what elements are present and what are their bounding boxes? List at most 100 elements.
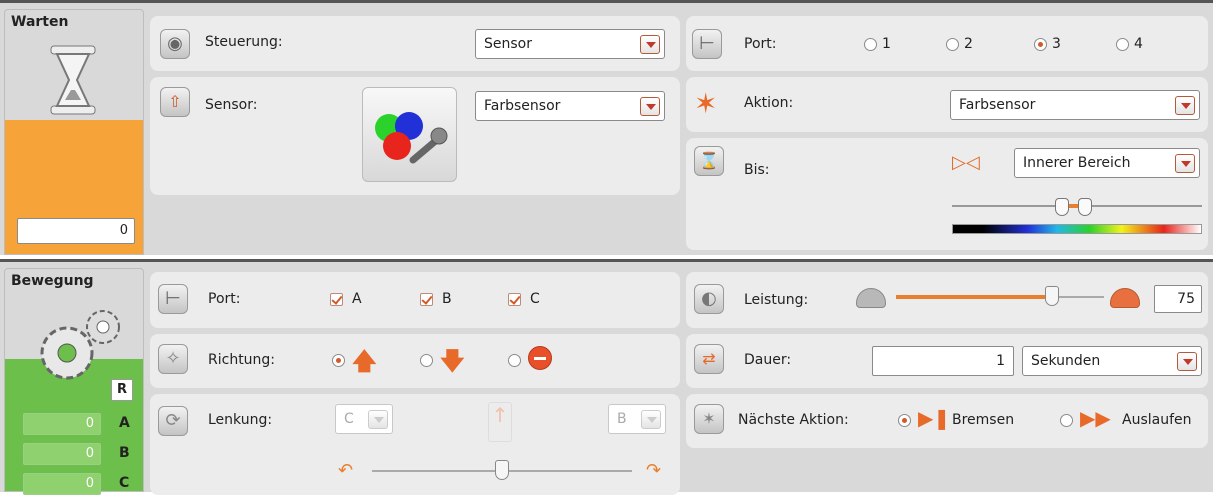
coast-icon: ▶▶	[1080, 406, 1111, 430]
aktion-label: Aktion:	[744, 95, 794, 111]
duration-icon: ⇄	[694, 344, 724, 374]
bis-row: ⌛ Bis: ▷◁ Innerer Bereich	[686, 138, 1208, 250]
port-b-label: B	[442, 291, 452, 307]
naechste-aktion-label: Nächste Aktion:	[738, 412, 849, 428]
brake-icon: ▶❚	[918, 406, 951, 430]
sensor-label: Sensor:	[205, 97, 258, 113]
aktion-select[interactable]: Farbsensor	[950, 90, 1200, 120]
motor-c-label: C	[119, 475, 130, 491]
bremsen-radio[interactable]	[898, 414, 911, 427]
hourglass-small-icon: ⌛	[694, 146, 724, 176]
power-icon: ◐	[694, 284, 724, 314]
wait-block-config: Warten 0 ◉ Steuerung: Sensor ⇧ Sensor: F…	[0, 0, 1213, 255]
port-radio-1[interactable]	[864, 38, 877, 51]
port-c-label: C	[530, 291, 540, 307]
gears-icon	[40, 310, 120, 380]
dauer-label: Dauer:	[744, 352, 792, 368]
leistung-row: ◐ Leistung: 75	[686, 272, 1208, 328]
direction-backward-radio[interactable]	[420, 354, 433, 367]
dauer-value-input[interactable]: 1	[872, 346, 1014, 376]
steuerung-row: ◉ Steuerung: Sensor	[150, 16, 680, 71]
port-label: Port:	[744, 36, 777, 52]
chevron-down-icon[interactable]	[640, 35, 660, 54]
wait-counter: 0	[17, 218, 135, 244]
chevron-down-icon[interactable]	[1175, 96, 1195, 115]
chevron-down-icon[interactable]	[1175, 154, 1195, 173]
auslaufen-radio[interactable]	[1060, 414, 1073, 427]
port-option-1: 1	[882, 36, 891, 52]
compass-icon: ✧	[158, 344, 188, 374]
reset-label[interactable]: R	[111, 379, 133, 401]
port-option-3: 3	[1052, 36, 1061, 52]
port-option-2: 2	[964, 36, 973, 52]
power-value-input[interactable]: 75	[1154, 285, 1202, 313]
chevron-down-icon[interactable]	[641, 410, 661, 429]
range-low-thumb[interactable]	[1055, 198, 1069, 216]
hourglass-icon	[50, 45, 96, 115]
port-c-checkbox[interactable]	[508, 293, 521, 306]
forward-arrow-faded-icon: ↑	[488, 402, 512, 442]
direction-stop-radio[interactable]	[508, 354, 521, 367]
chevron-down-icon[interactable]	[640, 97, 660, 116]
dauer-unit-select[interactable]: Sekunden	[1022, 346, 1202, 376]
aktion-row: ✶ Aktion: Farbsensor	[686, 77, 1208, 132]
motor-b-counter: 0	[23, 443, 101, 465]
port-radio-4[interactable]	[1116, 38, 1129, 51]
port-option-4: 4	[1134, 36, 1143, 52]
move-block-category: Bewegung R 0 A 0 B 0 C	[4, 268, 144, 495]
steering-slider[interactable]	[372, 460, 632, 482]
starburst-icon: ✶	[694, 87, 718, 120]
lenkung-row: ⟳ Lenkung: C ↑ B ↶ ↷	[150, 394, 680, 495]
stop-icon	[528, 346, 552, 370]
direction-forward-radio[interactable]	[332, 354, 345, 367]
sensor-upload-icon: ⇧	[160, 87, 190, 117]
chevron-down-icon[interactable]	[1177, 352, 1197, 371]
color-spectrum-bar	[952, 224, 1202, 234]
forward-arrow-icon: 🡅	[352, 347, 377, 375]
richtung-row: ✧ Richtung: 🡅 🡇	[150, 334, 680, 388]
next-action-icon: ✶	[694, 404, 724, 434]
range-high-thumb[interactable]	[1077, 198, 1092, 216]
backward-arrow-icon: 🡇	[440, 347, 465, 375]
wait-block-category: Warten 0	[4, 9, 144, 255]
port-radio-2[interactable]	[946, 38, 959, 51]
eye-icon: ◉	[160, 29, 190, 59]
sensor-select[interactable]: Farbsensor	[475, 91, 665, 121]
leistung-label: Leistung:	[744, 292, 809, 308]
block-title: Warten	[11, 14, 69, 30]
power-slider[interactable]	[896, 286, 1104, 308]
chevron-down-icon[interactable]	[368, 410, 388, 429]
bis-label: Bis:	[744, 162, 770, 178]
port-plug-icon: ⊢	[692, 29, 722, 59]
sensor-row: ⇧ Sensor: Farbsensor	[150, 77, 680, 195]
port-row: ⊢ Port: 1 2 3 4	[686, 16, 1208, 71]
port-radio-3[interactable]	[1034, 38, 1047, 51]
port-plug-icon: ⊢	[158, 284, 188, 314]
motor-a-counter: 0	[23, 413, 101, 435]
move-block-config: Bewegung R 0 A 0 B 0 C ⊢ Port: A B C ✧ R…	[0, 259, 1213, 495]
steering-thumb[interactable]	[495, 460, 509, 480]
richtung-label: Richtung:	[208, 352, 276, 368]
dauer-row: ⇄ Dauer: 1 Sekunden	[686, 334, 1208, 388]
bis-select[interactable]: Innerer Bereich	[1014, 148, 1200, 178]
lenkung-right-select[interactable]: B	[608, 404, 666, 434]
color-sensor-image	[362, 87, 457, 182]
range-inside-icon[interactable]: ▷◁	[952, 152, 980, 173]
bremsen-label: Bremsen	[952, 412, 1015, 428]
color-range-slider[interactable]	[952, 198, 1202, 216]
auslaufen-label: Auslaufen	[1122, 412, 1192, 428]
move-port-label: Port:	[208, 291, 241, 307]
lenkung-left-select[interactable]: C	[335, 404, 393, 434]
turtle-slow-icon	[856, 288, 886, 308]
steuerung-select[interactable]: Sensor	[475, 29, 665, 59]
port-b-checkbox[interactable]	[420, 293, 433, 306]
power-thumb[interactable]	[1045, 286, 1059, 306]
motor-b-label: B	[119, 445, 130, 461]
move-port-row: ⊢ Port: A B C	[150, 272, 680, 328]
port-a-checkbox[interactable]	[330, 293, 343, 306]
naechste-aktion-row: ✶ Nächste Aktion: ▶❚ Bremsen ▶▶ Auslaufe…	[686, 394, 1208, 448]
motor-a-label: A	[119, 415, 130, 431]
block-title: Bewegung	[11, 273, 94, 289]
turn-right-icon: ↷	[646, 460, 662, 481]
hare-fast-icon	[1110, 288, 1140, 308]
